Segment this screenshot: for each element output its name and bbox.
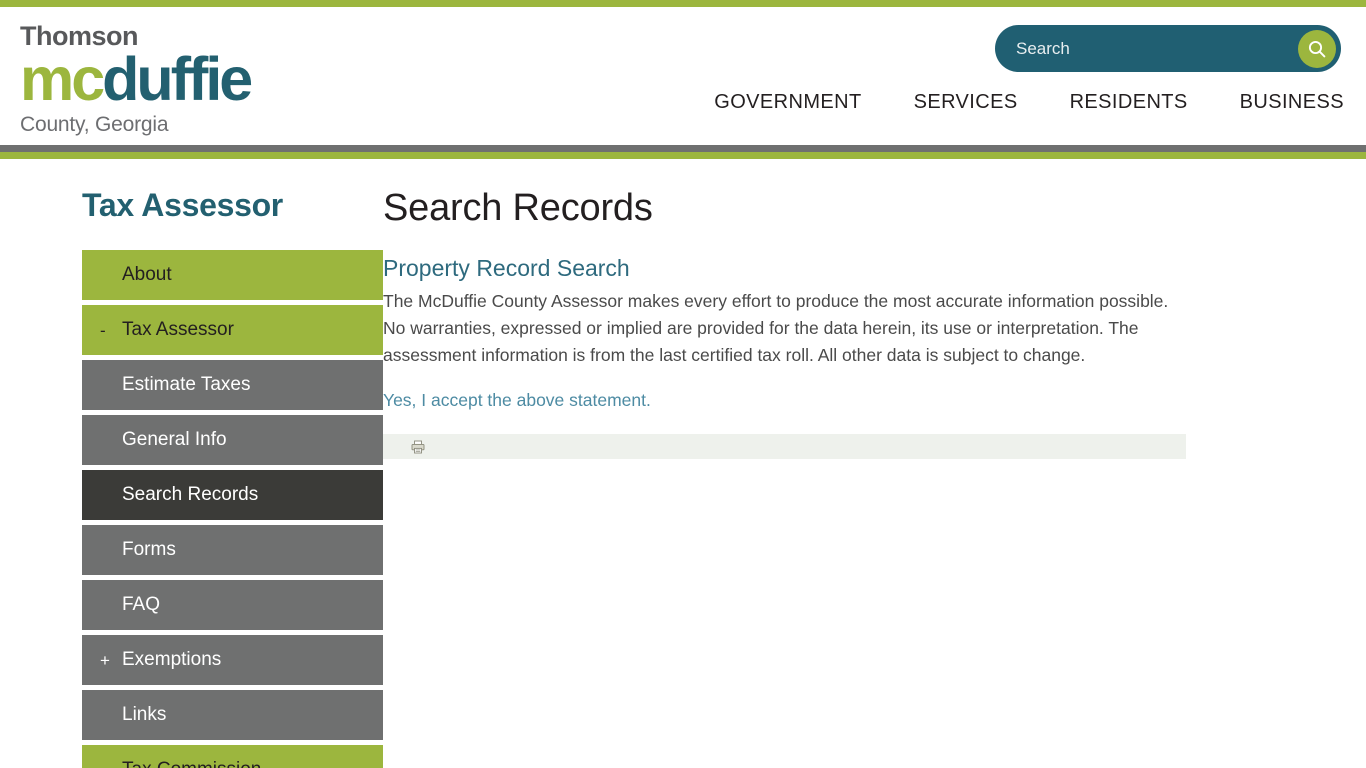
search-bar bbox=[995, 25, 1341, 72]
sidebar-item-tax-assessor[interactable]: - Tax Assessor bbox=[82, 305, 383, 355]
sidebar-item-forms[interactable]: Forms bbox=[82, 525, 383, 575]
nav-item-services[interactable]: SERVICES bbox=[888, 91, 1044, 114]
sidebar-item-label: Exemptions bbox=[122, 649, 222, 670]
site-logo[interactable]: Thomson mcduffie County, Georgia bbox=[20, 23, 253, 136]
print-toolbar bbox=[383, 434, 1186, 460]
sidebar-item-label: Estimate Taxes bbox=[122, 374, 251, 395]
sidebar-item-general-info[interactable]: General Info bbox=[82, 415, 383, 465]
printer-icon[interactable] bbox=[411, 440, 425, 454]
search-input[interactable] bbox=[995, 38, 1298, 59]
sidebar-item-label: Search Records bbox=[122, 484, 259, 505]
site-header: Thomson mcduffie County, Georgia GOVERNM… bbox=[0, 7, 1366, 145]
sidebar-title: Tax Assessor bbox=[82, 187, 283, 223]
sidebar-item-label: Tax Commission bbox=[122, 759, 261, 768]
sidebar: Tax Assessor About - Tax Assessor Estima… bbox=[0, 187, 383, 768]
sidebar-menu: About - Tax Assessor Estimate Taxes Gene… bbox=[82, 250, 383, 768]
logo-text-duffie: duffie bbox=[102, 45, 253, 113]
sidebar-item-label: General Info bbox=[122, 429, 227, 450]
logo-text-mc: mc bbox=[20, 45, 105, 113]
nav-item-government[interactable]: GOVERNMENT bbox=[688, 91, 887, 114]
accept-statement-link[interactable]: Yes, I accept the above statement. bbox=[383, 390, 651, 411]
search-icon bbox=[1308, 40, 1326, 57]
search-submit-button[interactable] bbox=[1298, 29, 1336, 68]
header-divider-gray bbox=[0, 145, 1366, 152]
sidebar-item-label: Forms bbox=[122, 539, 176, 560]
sidebar-item-tax-commission[interactable]: Tax Commission bbox=[82, 745, 383, 768]
logo-line-county: County, Georgia bbox=[20, 112, 169, 136]
nav-item-business[interactable]: BUSINESS bbox=[1214, 91, 1344, 114]
sidebar-item-estimate-taxes[interactable]: Estimate Taxes bbox=[82, 360, 383, 410]
sidebar-item-about[interactable]: About bbox=[82, 250, 383, 300]
disclaimer-text: The McDuffie County Assessor makes every… bbox=[383, 291, 1169, 365]
section-heading: Property Record Search bbox=[383, 255, 630, 281]
primary-navigation: GOVERNMENT SERVICES RESIDENTS BUSINESS bbox=[688, 91, 1344, 114]
page-title: Search Records bbox=[383, 187, 653, 229]
header-divider-green bbox=[0, 152, 1366, 159]
logo-line-mcduffie: mcduffie bbox=[20, 49, 253, 110]
collapse-minus-icon[interactable]: - bbox=[100, 322, 106, 339]
main-content: Search Records Property Record Search Th… bbox=[383, 187, 1366, 768]
sidebar-item-label: Tax Assessor bbox=[122, 319, 234, 340]
sidebar-item-label: Links bbox=[122, 704, 167, 725]
nav-item-residents[interactable]: RESIDENTS bbox=[1044, 91, 1214, 114]
sidebar-item-label: About bbox=[122, 264, 172, 285]
sidebar-item-links[interactable]: Links bbox=[82, 690, 383, 740]
sidebar-item-faq[interactable]: FAQ bbox=[82, 580, 383, 630]
page-container: Tax Assessor About - Tax Assessor Estima… bbox=[0, 159, 1366, 768]
sidebar-item-label: FAQ bbox=[122, 594, 161, 615]
top-accent-stripe bbox=[0, 0, 1366, 7]
sidebar-item-exemptions[interactable]: + Exemptions bbox=[82, 635, 383, 685]
expand-plus-icon[interactable]: + bbox=[100, 652, 110, 669]
sidebar-item-search-records[interactable]: Search Records bbox=[82, 470, 383, 520]
